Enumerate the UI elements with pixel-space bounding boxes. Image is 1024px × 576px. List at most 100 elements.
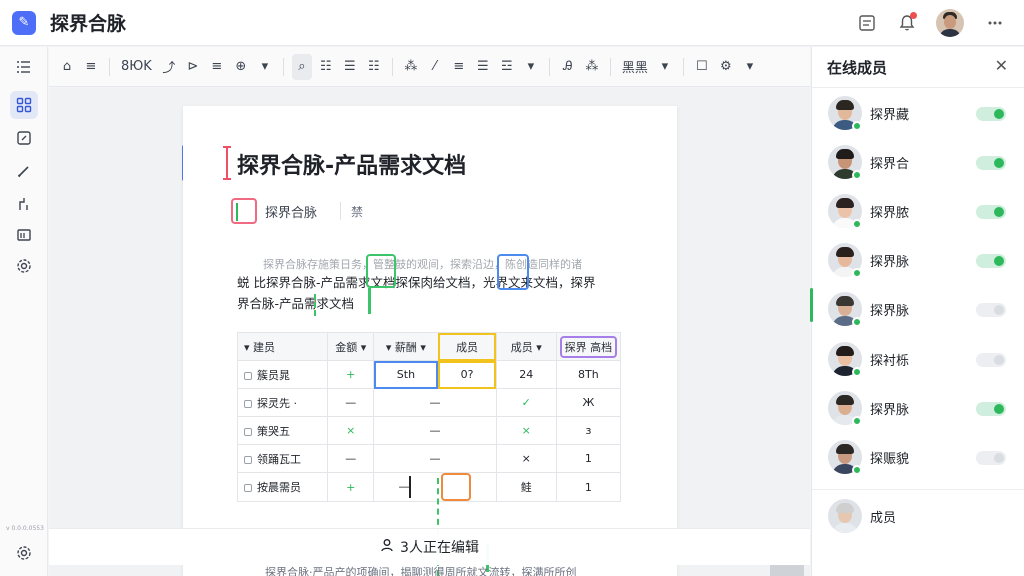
play-tool-button[interactable]: ⊳ <box>183 54 203 80</box>
paragraph-dropdown-icon[interactable]: ▾ <box>521 54 541 80</box>
row-checkbox[interactable] <box>244 484 252 492</box>
close-icon[interactable]: ✕ <box>995 56 1008 75</box>
member-item[interactable]: 探界脓 <box>812 188 1024 236</box>
table-cell[interactable]: — <box>327 444 375 473</box>
home-tool-button[interactable]: ⌂ <box>57 54 77 80</box>
table-row[interactable]: 探灵先 · — — ✓ Ж <box>236 388 622 417</box>
highlight-tool-button[interactable]: ⁂ <box>582 54 602 80</box>
column-header[interactable]: 金额 ▾ <box>327 332 375 361</box>
format-tool-button[interactable]: ≡ <box>207 54 227 80</box>
note-icon[interactable] <box>10 124 38 152</box>
table-cell[interactable]: ✓ <box>495 388 557 417</box>
table-cell[interactable]: 策哭五 <box>236 416 329 445</box>
grid-tool-button[interactable]: ☷ <box>364 54 384 80</box>
table-cell[interactable]: 领踊瓦工 <box>236 444 329 473</box>
table-cell[interactable]: × <box>327 416 375 445</box>
column-header[interactable]: ▾ 薪酬 ▾ <box>373 332 439 361</box>
document-title[interactable]: 探界合脉-产品需求文档 <box>237 148 466 180</box>
footer-settings-icon[interactable] <box>10 539 38 567</box>
table-cell[interactable]: + <box>327 472 375 502</box>
paragraph-tool-button[interactable]: ☲ <box>497 54 517 80</box>
pen-icon[interactable] <box>10 157 38 185</box>
column-header[interactable]: ▾ 建员 <box>236 332 329 361</box>
table-cell-selected-yellow[interactable]: 0? <box>437 360 497 389</box>
table-cell[interactable]: Ж <box>555 388 622 417</box>
bell-icon[interactable] <box>896 12 918 34</box>
settings-icon[interactable] <box>10 252 38 280</box>
member-permission-toggle[interactable] <box>976 205 1006 219</box>
member-item[interactable]: 探界脉 <box>812 286 1024 334</box>
author-avatar-box[interactable] <box>231 198 257 224</box>
member-permission-toggle[interactable] <box>976 107 1006 121</box>
table-cell[interactable]: × <box>495 444 557 473</box>
horizontal-scrollbar[interactable] <box>770 565 804 576</box>
table-row[interactable]: 簇员晁 + Sth 0? 24 8Th <box>236 360 622 389</box>
column-header[interactable]: 探界 高档 <box>555 332 622 361</box>
document-body[interactable]: 蜕 比探界合脉-产品需求文档探保肉给文档，光界文来文档，探界 界合脉-产品需求文… <box>237 272 623 314</box>
member-item[interactable]: 探衬栎 <box>812 336 1024 384</box>
font-family-select[interactable]: 8ЮΚ <box>118 54 155 80</box>
member-permission-toggle[interactable] <box>976 303 1006 317</box>
member-avatar[interactable] <box>828 499 862 533</box>
grid-icon[interactable] <box>10 91 38 119</box>
row-checkbox[interactable] <box>244 399 252 408</box>
member-item[interactable]: 探界藏 <box>812 90 1024 138</box>
list-tool-button[interactable]: ☰ <box>340 54 360 80</box>
column-header[interactable]: 成员 <box>437 332 497 361</box>
list-icon[interactable] <box>856 12 878 34</box>
row-checkbox[interactable] <box>244 371 252 380</box>
text-color-tool-button[interactable]: Ꭿ <box>558 54 578 80</box>
table-row[interactable]: 策哭五 × — × з <box>236 416 622 445</box>
italic-tool-button[interactable]: ⁄ <box>425 54 445 80</box>
member-permission-toggle[interactable] <box>976 451 1006 465</box>
style-dropdown-icon[interactable]: ▾ <box>655 54 675 80</box>
member-permission-toggle[interactable] <box>976 402 1006 416</box>
menu-icon[interactable] <box>10 53 38 81</box>
member-item[interactable]: 探界脉 <box>812 237 1024 285</box>
table-cell[interactable]: — <box>373 416 497 445</box>
member-item[interactable]: 探界脉 <box>812 385 1024 433</box>
comment-tool-button[interactable]: ☐ <box>692 54 712 80</box>
document-page[interactable]: 探界合脉-产品需求文档 探界合脉 禁 探界合脉存施策日务，管整鼓的观间，探索沿边… <box>183 106 677 576</box>
more-icon[interactable] <box>984 12 1006 34</box>
table-row[interactable]: 按晨需员 + — 鲑 1 <box>236 472 622 502</box>
plugin-dropdown-icon[interactable]: ▾ <box>740 54 760 80</box>
member-permission-toggle[interactable] <box>976 254 1006 268</box>
table-cell[interactable]: 8Th <box>555 360 622 389</box>
member-permission-toggle[interactable] <box>976 353 1006 367</box>
table-cell[interactable]: 簇员晁 <box>236 360 329 389</box>
insert-dropdown-icon[interactable]: ▾ <box>255 54 275 80</box>
style-select[interactable]: 黑黑 <box>619 54 651 80</box>
row-checkbox[interactable] <box>244 455 252 464</box>
align-center-tool-button[interactable]: ☰ <box>473 54 493 80</box>
row-checkbox[interactable] <box>244 427 252 436</box>
table-cell[interactable]: 鲑 <box>495 472 557 502</box>
indent-tool-button[interactable]: ⤴ <box>159 54 179 80</box>
table-cell[interactable]: 24 <box>495 360 557 389</box>
search-tool-button[interactable]: ⌕ <box>291 53 312 80</box>
member-item[interactable]: 成员 <box>812 493 1024 541</box>
plugin-tool-button[interactable]: ⚙ <box>716 54 736 80</box>
user-avatar[interactable] <box>936 9 964 37</box>
table-cell[interactable]: — <box>373 388 497 417</box>
table-cell[interactable]: — <box>373 444 497 473</box>
table-cell[interactable]: 按晨需员 <box>236 472 329 502</box>
column-header[interactable]: 成员 ▾ <box>495 332 557 361</box>
table-cell[interactable]: 1 <box>555 472 622 502</box>
member-permission-toggle[interactable] <box>976 156 1006 170</box>
table-cell[interactable]: з <box>555 416 622 445</box>
table-cell[interactable]: 1 <box>555 444 622 473</box>
align-tool-button[interactable]: ≡ <box>81 54 101 80</box>
table-tool-button[interactable]: ☷ <box>316 54 336 80</box>
member-item[interactable]: 探赈貌 <box>812 434 1024 482</box>
strike-tool-button[interactable]: ⁂ <box>401 54 421 80</box>
board-icon[interactable] <box>10 221 38 249</box>
table-cell[interactable]: × <box>495 416 557 445</box>
table-cell[interactable]: — <box>327 388 375 417</box>
align-left-tool-button[interactable]: ≡ <box>449 54 469 80</box>
table-cell[interactable]: — <box>373 472 497 502</box>
table-cell-selected-blue[interactable]: Sth <box>373 360 439 389</box>
member-item[interactable]: 探界合 <box>812 139 1024 187</box>
table-cell[interactable]: 探灵先 · <box>236 388 329 417</box>
insert-tool-button[interactable]: ⊕ <box>231 54 251 80</box>
